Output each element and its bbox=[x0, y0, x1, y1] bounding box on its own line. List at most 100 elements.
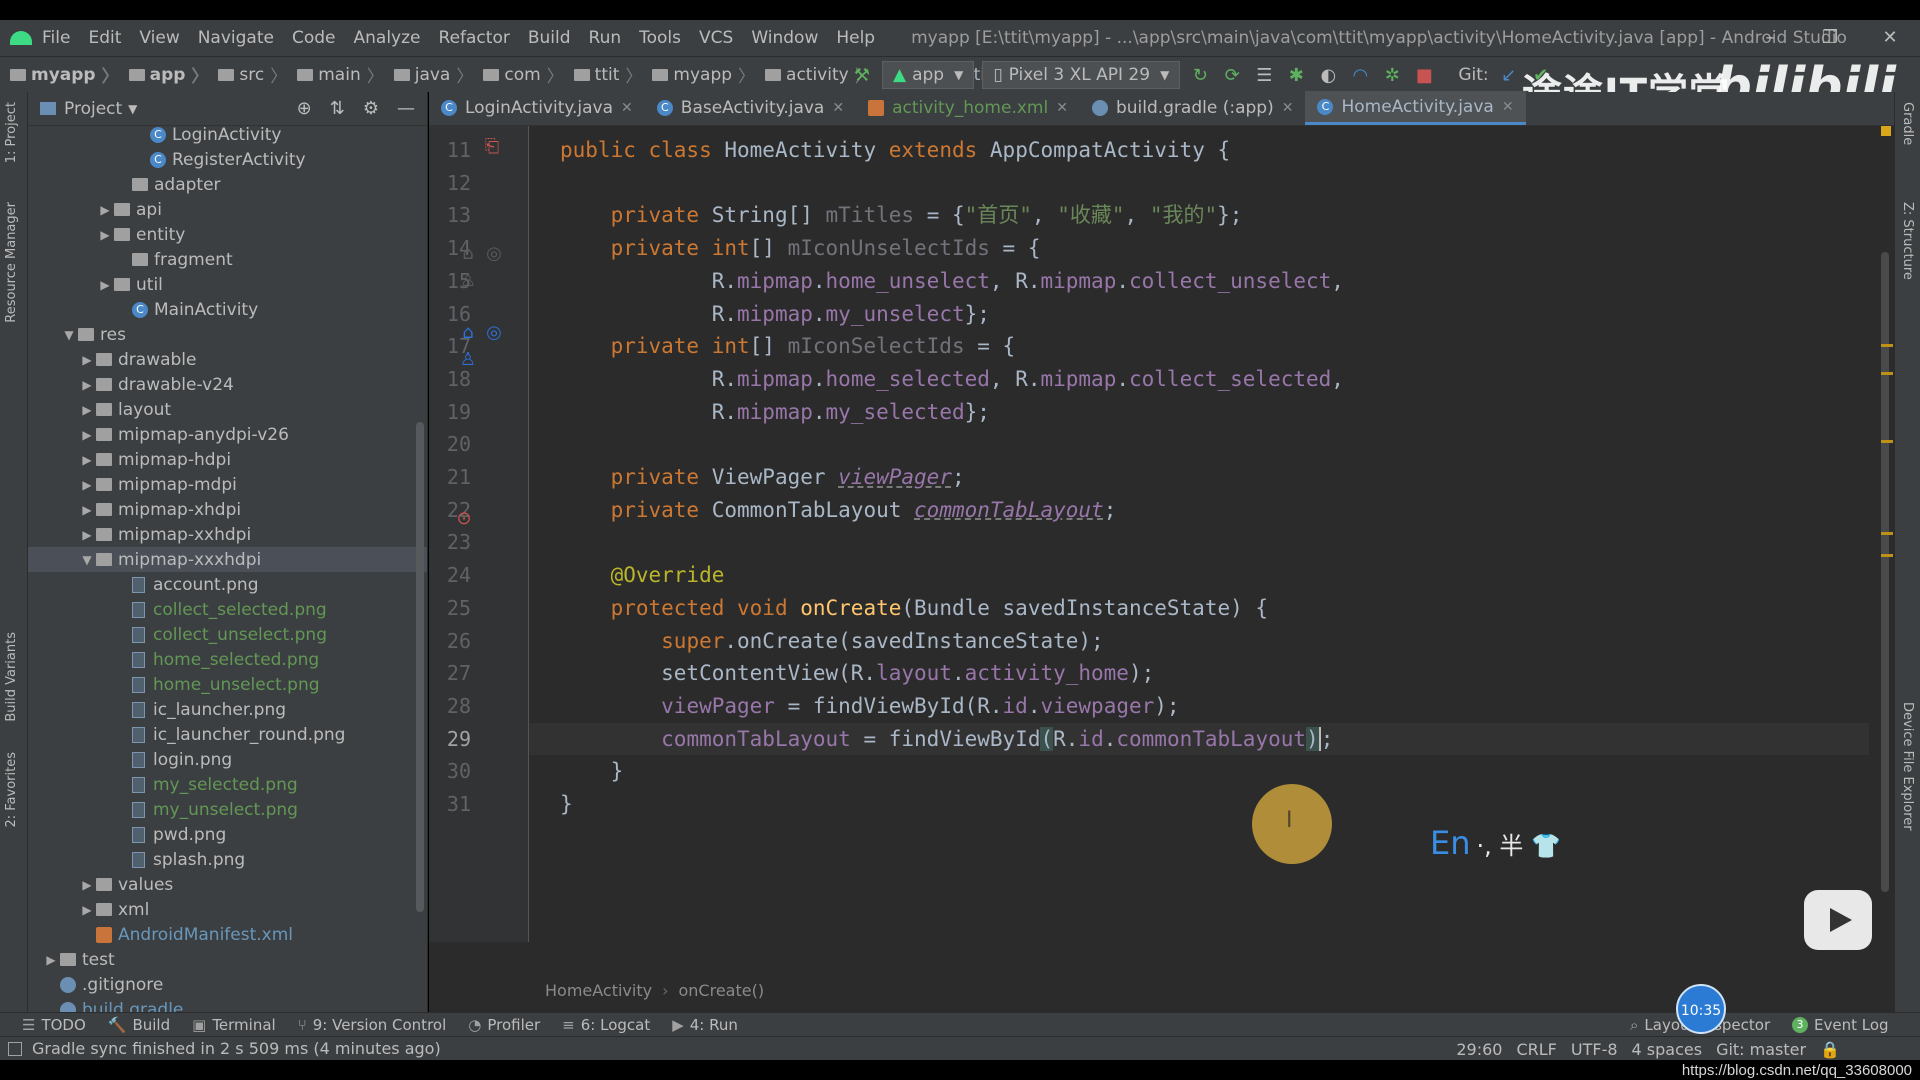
code-line[interactable]: @Override bbox=[529, 559, 1869, 591]
event-log-button[interactable]: 3 Event Log bbox=[1792, 1016, 1889, 1034]
apply-changes-icon[interactable]: ↻ bbox=[1188, 63, 1212, 87]
tree-item[interactable]: ▶ mipmap-anydpi-v26 bbox=[28, 422, 427, 447]
hammer-icon[interactable]: ⚒ bbox=[850, 63, 874, 87]
collapsed-arrow-icon[interactable]: ▶ bbox=[78, 353, 96, 367]
tree-item[interactable]: ic_launcher.png bbox=[28, 697, 427, 722]
tree-item[interactable]: fragment bbox=[28, 247, 427, 272]
code-line[interactable]: private CommonTabLayout commonTabLayout; bbox=[529, 494, 1869, 526]
collapsed-arrow-icon[interactable]: ▶ bbox=[78, 903, 96, 917]
menu-navigate[interactable]: Navigate bbox=[198, 28, 274, 48]
git-branch[interactable]: Git: master bbox=[1716, 1040, 1806, 1059]
collapsed-arrow-icon[interactable]: ▶ bbox=[42, 953, 60, 967]
code-line[interactable]: private ViewPager viewPager; bbox=[529, 461, 1869, 493]
tree-item[interactable]: ▶ entity bbox=[28, 222, 427, 247]
cursor-position[interactable]: 29:60 bbox=[1456, 1040, 1502, 1059]
minimize-icon[interactable]: – bbox=[1740, 20, 1800, 56]
gear-icon[interactable]: ⚙ bbox=[363, 98, 379, 119]
tool-window-button[interactable]: 🔨 Build bbox=[108, 1016, 170, 1034]
menu-run[interactable]: Run bbox=[589, 28, 622, 48]
class-structure-icon[interactable]: ⎗ bbox=[479, 134, 505, 160]
tree-item[interactable]: my_unselect.png bbox=[28, 797, 427, 822]
menu-edit[interactable]: Edit bbox=[88, 28, 121, 48]
status-toggle-icon[interactable] bbox=[8, 1041, 22, 1056]
tree-item[interactable]: ▶ xml bbox=[28, 897, 427, 922]
stripe-mark[interactable] bbox=[1881, 532, 1893, 535]
close-tab-icon[interactable]: ✕ bbox=[1502, 99, 1514, 115]
warning-indicator-icon[interactable] bbox=[1881, 126, 1891, 136]
code-line[interactable] bbox=[529, 428, 1869, 460]
tree-item[interactable]: ▶ layout bbox=[28, 397, 427, 422]
stop-icon[interactable]: ■ bbox=[1412, 63, 1436, 87]
project-scrollbar[interactable] bbox=[416, 422, 424, 912]
tree-item[interactable]: home_selected.png bbox=[28, 647, 427, 672]
collapsed-arrow-icon[interactable]: ▶ bbox=[78, 378, 96, 392]
structure-tab[interactable]: Z: Structure bbox=[1900, 202, 1915, 280]
menu-help[interactable]: Help bbox=[836, 28, 875, 48]
code-line[interactable]: R.mipmap.my_unselect}; bbox=[529, 298, 1869, 330]
menu-refactor[interactable]: Refactor bbox=[439, 28, 510, 48]
line-separator[interactable]: CRLF bbox=[1516, 1040, 1556, 1059]
tree-item[interactable]: ▼ mipmap-xxxhdpi bbox=[28, 547, 427, 572]
breadcrumb-item[interactable]: src 〉 bbox=[208, 62, 287, 87]
tree-item[interactable]: ▶ api bbox=[28, 197, 427, 222]
collapsed-arrow-icon[interactable]: ▶ bbox=[96, 278, 114, 292]
collapsed-arrow-icon[interactable]: ▶ bbox=[96, 228, 114, 242]
project-panel-title[interactable]: Project bbox=[64, 99, 122, 119]
breadcrumb-item[interactable]: app 〉 bbox=[119, 62, 208, 87]
collapsed-arrow-icon[interactable]: ▶ bbox=[96, 203, 114, 217]
collapsed-arrow-icon[interactable]: ▶ bbox=[78, 403, 96, 417]
code-line[interactable]: private int[] mIconUnselectIds = { bbox=[529, 232, 1869, 264]
breadcrumb-item[interactable]: main 〉 bbox=[287, 62, 384, 87]
tree-item[interactable]: ▶ util bbox=[28, 272, 427, 297]
expanded-arrow-icon[interactable]: ▼ bbox=[60, 328, 78, 342]
tree-item[interactable]: ▶ drawable bbox=[28, 347, 427, 372]
code-line[interactable] bbox=[529, 167, 1869, 199]
project-tool-tab[interactable]: 1: Project bbox=[4, 102, 19, 163]
collapsed-arrow-icon[interactable]: ▶ bbox=[78, 453, 96, 467]
code-line[interactable]: } bbox=[529, 788, 1869, 820]
editor-tab[interactable]: C BaseActivity.java ✕ bbox=[645, 91, 856, 125]
close-tab-icon[interactable]: ✕ bbox=[1282, 100, 1294, 116]
menu-file[interactable]: File bbox=[42, 28, 70, 48]
editor-breadcrumb-method[interactable]: onCreate() bbox=[679, 981, 765, 1000]
tree-item[interactable]: ▶ mipmap-mdpi bbox=[28, 472, 427, 497]
file-encoding[interactable]: UTF-8 bbox=[1571, 1040, 1618, 1059]
tree-item[interactable]: C RegisterActivity bbox=[28, 147, 427, 172]
git-update-icon[interactable]: ↙ bbox=[1497, 63, 1521, 87]
device-select[interactable]: ▯ Pixel 3 XL API 29 ▼ bbox=[982, 61, 1181, 89]
breadcrumb-item[interactable]: com 〉 bbox=[473, 62, 564, 87]
code-line[interactable]: private String[] mTitles = {"首页", "收藏", … bbox=[529, 199, 1869, 231]
stripe-mark[interactable] bbox=[1881, 554, 1893, 557]
collapsed-arrow-icon[interactable]: ▶ bbox=[78, 528, 96, 542]
video-play-icon[interactable] bbox=[1804, 890, 1872, 950]
coverage-icon[interactable]: ◐ bbox=[1316, 63, 1340, 87]
tool-window-button[interactable]: ▣ Terminal bbox=[192, 1016, 276, 1034]
tree-item[interactable]: AndroidManifest.xml bbox=[28, 922, 427, 947]
tree-item[interactable]: ▶ mipmap-xhdpi bbox=[28, 497, 427, 522]
editor-tab[interactable]: build.gradle (:app) ✕ bbox=[1080, 91, 1306, 125]
tree-item[interactable]: ▶ test bbox=[28, 947, 427, 972]
device-file-explorer-tab[interactable]: Device File Explorer bbox=[1900, 702, 1915, 831]
stripe-mark[interactable] bbox=[1881, 372, 1893, 375]
editor-tab[interactable]: C LoginActivity.java ✕ bbox=[429, 91, 645, 125]
close-tab-icon[interactable]: ✕ bbox=[1056, 100, 1068, 116]
code-line[interactable]: setContentView(R.layout.activity_home); bbox=[529, 657, 1869, 689]
code-line[interactable]: R.mipmap.my_selected}; bbox=[529, 396, 1869, 428]
code-line[interactable]: viewPager = findViewById(R.id.viewpager)… bbox=[529, 690, 1869, 722]
tree-item[interactable]: collect_selected.png bbox=[28, 597, 427, 622]
tool-window-button[interactable]: ≡ 6: Logcat bbox=[562, 1016, 650, 1034]
close-tab-icon[interactable]: ✕ bbox=[832, 100, 844, 116]
collapsed-arrow-icon[interactable]: ▶ bbox=[78, 503, 96, 517]
code-line[interactable]: protected void onCreate(Bundle savedInst… bbox=[529, 592, 1869, 624]
code-line[interactable]: R.mipmap.home_selected, R.mipmap.collect… bbox=[529, 363, 1869, 395]
tree-item[interactable]: pwd.png bbox=[28, 822, 427, 847]
menu-view[interactable]: View bbox=[139, 28, 179, 48]
code-line[interactable] bbox=[529, 526, 1869, 558]
tree-item[interactable]: ic_launcher_round.png bbox=[28, 722, 427, 747]
code-line[interactable]: } bbox=[529, 755, 1869, 787]
tree-item[interactable]: .gitignore bbox=[28, 972, 427, 997]
menu-tools[interactable]: Tools bbox=[639, 28, 681, 48]
favorites-tab[interactable]: 2: Favorites bbox=[4, 752, 19, 828]
profile-icon[interactable]: ◠ bbox=[1348, 63, 1372, 87]
tree-item[interactable]: account.png bbox=[28, 572, 427, 597]
